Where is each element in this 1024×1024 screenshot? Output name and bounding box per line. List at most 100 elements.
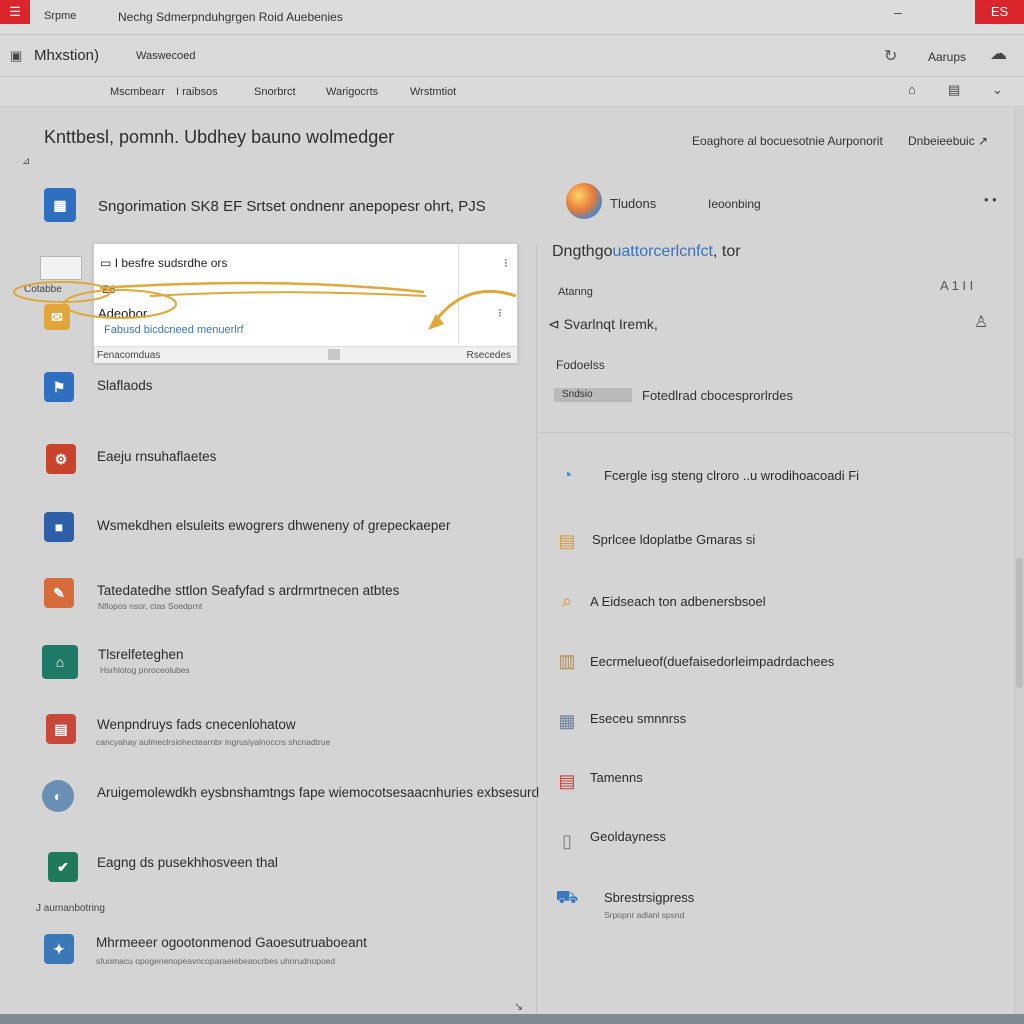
right-list-item[interactable]: Tamenns — [590, 770, 643, 785]
tools-icon: ✦ — [44, 934, 74, 964]
right-subheading-text: Svarlnqt Iremk, — [563, 316, 658, 332]
document-icon — [40, 256, 82, 280]
search-icon: ⌕ — [561, 590, 573, 611]
right-orb-label[interactable]: Tludons — [610, 196, 656, 211]
window-titlebar: ☰ Srpme Nechg Sdmerpnduhgrgen Roid Auebe… — [0, 0, 1024, 35]
list-item-title[interactable]: Tlsrelfeteghen — [98, 647, 184, 662]
nav-item-3[interactable]: Snorbrct — [254, 86, 296, 98]
home-icon[interactable]: ⌂ — [908, 82, 916, 97]
right-list-item[interactable]: Fcergle isg steng clroro ..u wrodihoacoa… — [604, 468, 859, 483]
close-button[interactable]: ES — [975, 0, 1024, 24]
app-orb-icon — [566, 183, 602, 219]
check-icon: ✔ — [48, 852, 78, 882]
app-subtitle[interactable]: Waswecoed — [136, 50, 196, 62]
right-list-item[interactable]: Sbrestrsigpress — [604, 890, 694, 905]
more-icon[interactable]: ⁝ — [504, 256, 508, 270]
top-link[interactable]: Eoaghore al bocuesotnie Aurponorit — [692, 134, 883, 148]
filter-chip-label: Fotedlrad cbocesprorlrdes — [642, 388, 794, 403]
app-name: Mhxstion) — [34, 47, 100, 64]
app-action-button[interactable]: Aarups — [928, 50, 966, 64]
list-item-title[interactable]: Eaeju rnsuhaflaetes — [97, 449, 216, 464]
calendar-icon: ▤ — [46, 714, 76, 744]
list-item-title[interactable]: Sngorimation SK8 EF Srtset ondnenr anepo… — [98, 198, 486, 215]
panel-divider — [458, 244, 459, 344]
taskbar-strip — [0, 1014, 1024, 1024]
globe-icon: ◐ — [42, 780, 74, 812]
bell-icon[interactable]: ♙ — [974, 312, 988, 332]
side-tab-label[interactable]: Cotabbe — [24, 284, 62, 295]
resize-icon[interactable]: ↘ — [514, 1000, 523, 1013]
right-counter: A 1 I I — [940, 278, 974, 293]
right-heading-link[interactable]: uattorcerlcnfct — [613, 243, 713, 260]
panel-field[interactable]: Adeobor — [98, 306, 147, 321]
right-heading: Dngthgouattorcerlcnfct, tor — [552, 243, 741, 261]
right-heading-text: Dngthgo — [552, 243, 613, 260]
right-subheading: ⊲ Svarlnqt Iremk, — [548, 316, 658, 333]
section-label: J aumanbotring — [36, 903, 105, 914]
right-status: Ieoonbing — [708, 197, 761, 211]
right-list-item[interactable]: Eecrmelueof(duefaisedorleimpadrdachees — [590, 654, 834, 669]
panel-footer-left: Fenacomduas — [97, 350, 161, 361]
list-item-title[interactable]: Mhrmeeer ogootonmenod Gaoesutruaboeant — [96, 935, 367, 950]
table-icon: ▦ — [558, 710, 576, 731]
refresh-icon[interactable]: ↻ — [884, 46, 897, 66]
list-item-subtitle: Nflopos nsor, ctas Soedprnt — [98, 601, 203, 611]
right-list-item-subtitle: Srpopnr adlanl spsnd — [604, 910, 685, 920]
app-tile-icon: ■ — [44, 512, 74, 542]
top-link-external[interactable]: Dnbeieebuic ↗ — [908, 134, 988, 148]
nav-item-5[interactable]: Wrstmtiot — [410, 86, 456, 98]
pane-separator — [536, 244, 537, 1014]
list-item-title[interactable]: Eagng ds pusekhhosveen thal — [97, 855, 278, 870]
app-bar: ▣ Mhxstion) Waswecoed ↻ Aarups ☁ — [0, 36, 1024, 77]
window-tab[interactable]: Srpme — [44, 10, 76, 22]
right-list-item[interactable]: A Eidseach ton adbenersbsoel — [590, 594, 766, 609]
right-section-title: Fodoelss — [556, 358, 605, 372]
right-list-item[interactable]: Sprlcee ldoplatbe Gmaras si — [592, 532, 755, 547]
store-icon: ⌂ — [42, 645, 78, 679]
more-options-icon[interactable]: • • — [984, 192, 997, 207]
scroll-thumb[interactable] — [1016, 558, 1023, 688]
highlight-panel[interactable]: ▭ I besfre sudsrdhe ors E6 Adeobor Fabus… — [93, 243, 518, 363]
right-divider — [538, 432, 1010, 433]
vertical-scrollbar[interactable] — [1014, 108, 1024, 1014]
panel-title: ▭ I besfre sudsrdhe ors — [100, 256, 227, 270]
document-icon: ▥ — [558, 650, 576, 671]
edit-icon: ✎ — [44, 578, 74, 608]
list-item-title[interactable]: Tatedatedhe sttlon Seafyfad s ardrmrtnec… — [97, 583, 399, 598]
window-title: Nechg Sdmerpnduhgrgen Roid Auebenies — [118, 10, 343, 24]
filter-chip[interactable]: Sndsio — [554, 388, 632, 402]
document-icon[interactable]: ▤ — [948, 82, 960, 98]
right-label: Atanng — [558, 286, 593, 298]
list-item-title[interactable]: Slaflaods — [97, 378, 153, 393]
expand-icon[interactable]: ⊲ — [548, 316, 560, 332]
list-item-title[interactable]: Wsmekdhen elsuleits ewogrers dhweneny of… — [97, 518, 450, 533]
panel-link[interactable]: Fabusd bicdcneed menuerlrf — [104, 324, 243, 336]
minimize-icon[interactable]: – — [894, 4, 902, 20]
nav-item-2[interactable]: I raibsos — [176, 86, 218, 98]
back-icon[interactable]: ⊿ — [22, 156, 30, 167]
truck-icon: ⛟ — [555, 887, 579, 907]
file-icon: ▯ — [562, 830, 572, 851]
more-icon[interactable]: ⁝ — [498, 306, 502, 320]
panel-scroll-handle[interactable] — [328, 349, 340, 360]
list-item-title[interactable]: Wenpndruys fads cnecenlohatow — [97, 717, 296, 732]
panel-scrollbar[interactable]: Fenacomduas Rsecedes — [94, 346, 517, 363]
panel-line: E6 — [102, 284, 116, 296]
app-icon: ▣ — [10, 48, 23, 63]
list-icon: ▤ — [558, 770, 576, 791]
clock-icon: ◔ — [561, 464, 573, 485]
chevron-down-icon[interactable]: ⌄ — [992, 82, 1003, 98]
nav-item-1[interactable]: Mscmbearr — [110, 86, 165, 98]
list-item-title[interactable]: Aruigemolewdkh eysbnshamtngs fape wiemoc… — [97, 785, 539, 800]
right-list-item[interactable]: Eseceu smnnrss — [590, 711, 686, 726]
nav-item-4[interactable]: Warigocrts — [326, 86, 378, 98]
mail-icon: ✉ — [44, 304, 70, 330]
list-item-subtitle: Hsrhlotog pnroceolubes — [100, 665, 190, 675]
panel-footer-right[interactable]: Rsecedes — [467, 350, 511, 361]
cloud-icon[interactable]: ☁ — [990, 44, 1007, 64]
right-heading-suffix: , tor — [712, 243, 741, 260]
menu-icon[interactable]: ☰ — [0, 0, 30, 24]
right-list-item[interactable]: Geoldayness — [590, 829, 666, 844]
page-title: Knttbesl, pomnh. Ubdhey bauno wolmedger — [44, 127, 395, 147]
nav-bar: Mscmbearr I raibsos Snorbrct Warigocrts … — [0, 78, 1024, 107]
